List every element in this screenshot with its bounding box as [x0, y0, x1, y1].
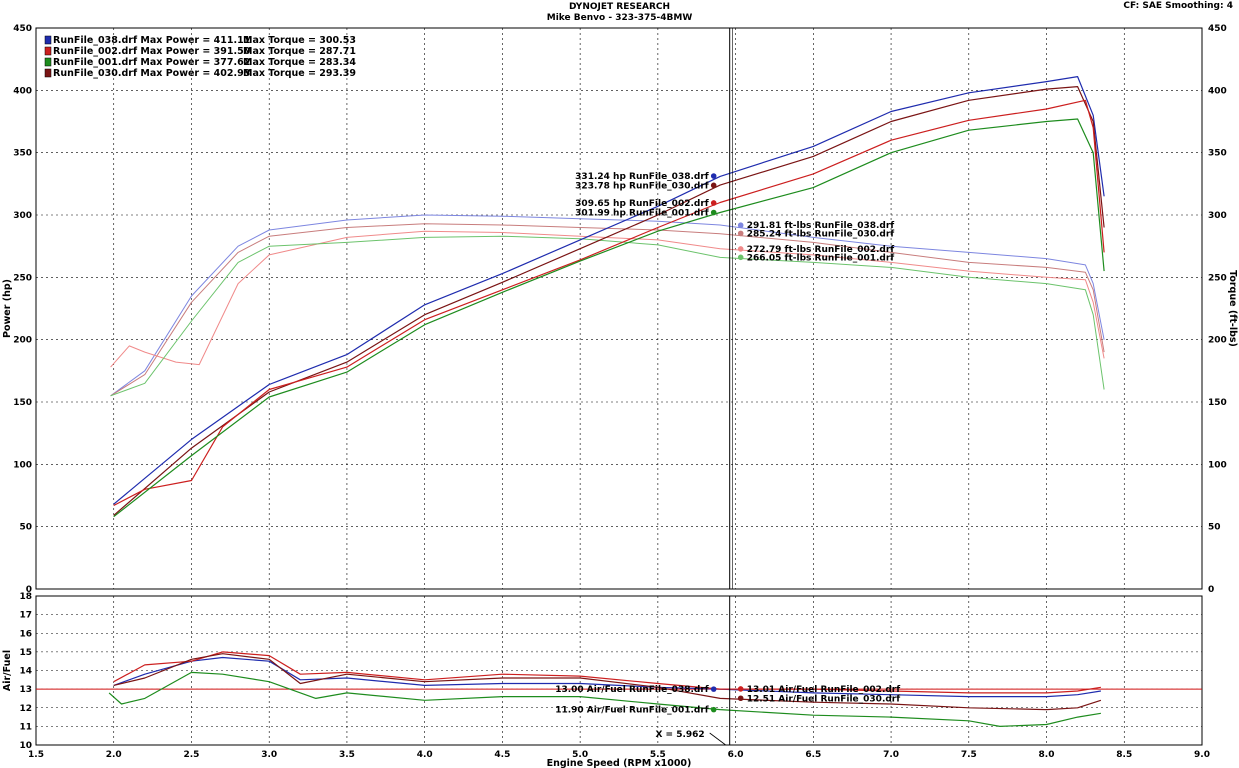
x-tick-label: 2.5 — [183, 750, 199, 760]
airfuel-readout-marker — [737, 686, 744, 692]
power-readout-label: 301.99 hp RunFile_001.drf — [575, 209, 709, 219]
torque-readout-marker — [737, 222, 744, 229]
legend-entry-power: RunFile_038.drf Max Power = 411.11 — [53, 35, 250, 46]
airfuel-readout-marker — [710, 686, 717, 692]
y-tick-label-power: 150 — [13, 398, 32, 408]
x-tick-label: 6.0 — [728, 750, 744, 760]
y-tick-label-torque: 150 — [1208, 398, 1227, 408]
y-tick-label-torque: 200 — [1208, 336, 1227, 346]
x-tick-label: 4.0 — [417, 750, 433, 760]
power-readout-marker — [710, 173, 717, 179]
y-tick-label-power: 100 — [13, 460, 32, 470]
x-axis-label: Engine Speed (RPM x1000) — [547, 758, 692, 768]
y-tick-label-airfuel: 13 — [19, 685, 32, 695]
x-tick-label: 7.0 — [883, 750, 899, 760]
y-tick-label-torque: 300 — [1208, 211, 1227, 221]
torque-readout-label: 266.05 ft-lbs RunFile_001.drf — [747, 253, 895, 263]
x-tick-label: 8.0 — [1039, 750, 1055, 760]
y-tick-label-power: 200 — [13, 336, 32, 346]
legend-entry-torque: Max Torque = 300.53 — [243, 35, 356, 46]
y-tick-label-power: 50 — [19, 523, 32, 533]
legend-entry-power: RunFile_001.drf Max Power = 377.62 — [53, 57, 250, 68]
legend-swatch — [44, 57, 52, 67]
x-tick-label: 9.0 — [1194, 750, 1210, 760]
torque-readout-marker — [737, 246, 744, 252]
torque-readout-label: 285.24 ft-lbs RunFile_030.drf — [747, 229, 895, 239]
y-tick-label-torque: 350 — [1208, 149, 1227, 159]
power-readout-marker — [710, 182, 717, 189]
x-tick-label: 8.5 — [1116, 750, 1132, 760]
y-tick-label-power: 350 — [13, 149, 32, 159]
y-tick-label-airfuel: 16 — [19, 629, 32, 639]
legend-swatch — [44, 46, 52, 56]
y-tick-label-airfuel: 15 — [19, 648, 32, 658]
power-readout-label: 309.65 hp RunFile_002.drf — [575, 199, 709, 209]
y-tick-label-torque: 50 — [1208, 523, 1221, 533]
y-tick-label-power: 300 — [13, 211, 32, 221]
legend-entry-power: RunFile_030.drf Max Power = 402.93 — [53, 68, 250, 79]
y-tick-label-airfuel: 17 — [19, 611, 32, 621]
torque-readout-marker — [737, 230, 744, 237]
x-tick-label: 6.5 — [805, 750, 821, 760]
legend-entry-torque: Max Torque = 283.34 — [243, 57, 356, 68]
y-axis-label-airfuel: Air/Fuel — [2, 650, 13, 691]
airfuel-readout-marker — [737, 695, 744, 702]
y-tick-label-airfuel: 18 — [19, 592, 32, 602]
power-readout-marker — [710, 200, 717, 206]
legend-entry-torque: Max Torque = 293.39 — [243, 68, 356, 79]
y-tick-label-torque: 0 — [1208, 585, 1214, 595]
legend-entry-torque: Max Torque = 287.71 — [243, 46, 356, 57]
airfuel-readout-label: 11.90 Air/Fuel RunFile_001.drf — [555, 706, 709, 716]
airfuel-readout-marker — [710, 706, 717, 713]
y-tick-label-torque: 400 — [1208, 86, 1227, 96]
x-tick-label: 1.5 — [28, 750, 44, 760]
cursor-x-label: X = 5.962 — [655, 730, 704, 740]
y-tick-label-airfuel: 14 — [19, 667, 32, 677]
y-tick-label-torque: 100 — [1208, 460, 1227, 470]
x-tick-label: 3.5 — [339, 750, 355, 760]
y-tick-label-power: 250 — [13, 273, 32, 283]
y-tick-label-airfuel: 12 — [19, 704, 32, 714]
y-tick-label-torque: 250 — [1208, 273, 1227, 283]
airfuel-readout-label: 13.00 Air/Fuel RunFile_038.drf — [555, 685, 709, 695]
y-axis-label-torque: Torque (ft-lbs) — [1227, 270, 1238, 347]
dyno-chart: 1.5 2.0 2.5 3.0 3.5 4.0 4.5 5.0 5.5 6.0 6.5 7.0 7.5 8… — [2, 24, 1238, 768]
y-tick-label-torque: 450 — [1208, 24, 1227, 34]
x-tick-label: 3.0 — [261, 750, 277, 760]
torque-readout-marker — [737, 254, 744, 261]
x-tick-label: 2.0 — [106, 750, 122, 760]
x-tick-label: 7.5 — [961, 750, 977, 760]
legend-swatch — [44, 68, 52, 78]
y-axis-label-power: Power (hp) — [2, 279, 13, 338]
power-readout-label: 323.78 hp RunFile_030.drf — [575, 181, 709, 191]
y-tick-label-airfuel: 10 — [19, 741, 32, 751]
y-tick-label-airfuel: 11 — [19, 722, 32, 732]
x-tick-label: 4.5 — [494, 750, 510, 760]
legend-entry-power: RunFile_002.drf Max Power = 391.50 — [53, 46, 251, 57]
airfuel-readout-label: 12.51 Air/Fuel RunFile_030.drf — [747, 694, 901, 704]
y-tick-label-power: 450 — [13, 24, 32, 34]
legend-swatch — [44, 35, 52, 45]
power-readout-marker — [710, 209, 717, 216]
y-tick-label-power: 400 — [13, 86, 32, 96]
